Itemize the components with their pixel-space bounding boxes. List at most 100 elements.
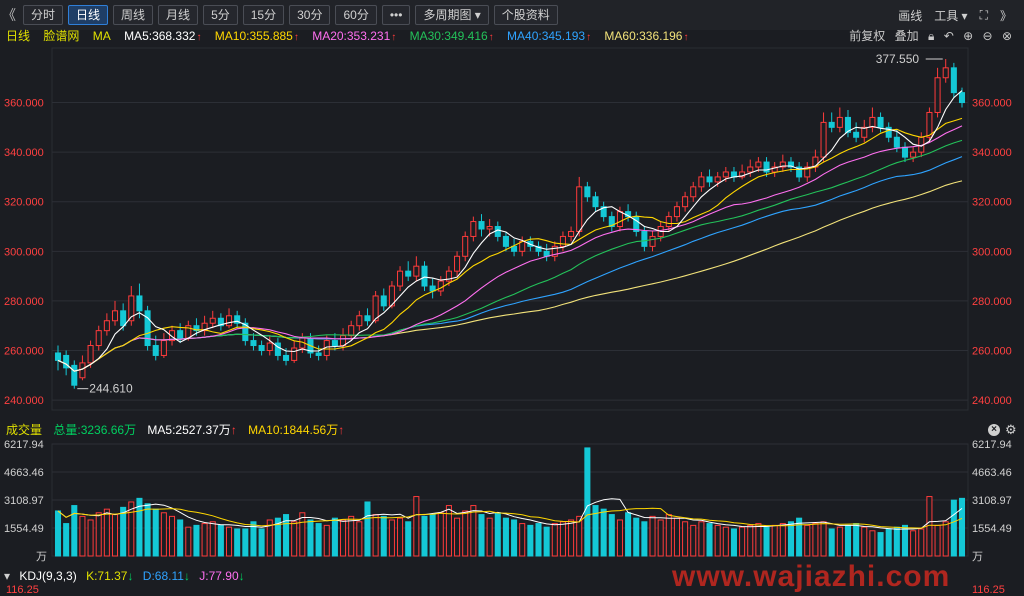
volume-bar — [779, 523, 786, 557]
adjust-button[interactable]: 前复权 — [849, 29, 885, 43]
candle-body — [901, 146, 909, 158]
volume-bar — [242, 528, 249, 557]
volume-bar — [755, 523, 762, 557]
scroll-left-icon[interactable]: 《 — [0, 5, 18, 25]
overlay-button[interactable]: 叠加 — [895, 29, 919, 43]
candle-body — [502, 235, 509, 247]
multi-period-dropdown[interactable]: 多周期图 ▾ — [415, 5, 489, 25]
tab-30min[interactable]: 30分 — [289, 5, 331, 25]
candle-body — [486, 226, 493, 230]
candle-body — [209, 317, 216, 324]
volume-bar — [494, 512, 501, 557]
volume-bar — [120, 506, 127, 557]
volume-total: 总量:3236.66万 — [53, 423, 137, 437]
volume-bar — [331, 517, 338, 557]
volume-bar — [901, 524, 909, 557]
price-chart[interactable]: 360.000 360.000 340.000 340.000 320.000 320.0… — [0, 44, 1024, 422]
stock-profile-button[interactable]: 个股资料 — [493, 5, 558, 25]
zoom-in-icon[interactable]: ⊕ — [963, 29, 973, 43]
gear-icon[interactable]: ⚙ — [1005, 422, 1017, 438]
ma-label[interactable]: MA — [93, 29, 111, 43]
candle-body — [470, 221, 477, 237]
volume-bar — [340, 519, 347, 557]
volume-bar — [364, 501, 371, 557]
candle-body — [177, 330, 184, 339]
volume-bar — [209, 521, 216, 557]
volume-bar — [584, 447, 591, 557]
fullscreen-icon[interactable]: ⛶ — [980, 8, 988, 23]
close-volume-icon[interactable]: × — [988, 424, 1000, 436]
ma20-value: MA20:353.231↑ — [312, 29, 397, 43]
tab-15min[interactable]: 15分 — [242, 5, 285, 25]
volume-bar — [682, 521, 689, 557]
volume-bar — [323, 524, 330, 557]
candle-body — [397, 270, 404, 287]
candle-body — [511, 245, 518, 252]
ma-indicator-bar: 日线 脸谱网 MA MA5:368.332↑ MA10:355.885↑ MA2… — [0, 29, 1024, 43]
volume-bar — [388, 519, 395, 557]
volume-bar — [103, 508, 110, 557]
tab-intraday[interactable]: 分时 — [23, 5, 64, 25]
undo-icon[interactable]: ↶ — [944, 29, 954, 43]
candle-body — [828, 121, 835, 128]
draw-line-button[interactable]: 画线 — [898, 7, 922, 24]
candle-body — [71, 364, 78, 386]
ma60-line — [57, 180, 963, 372]
candle-body — [348, 325, 355, 337]
volume-ma10: MA10:1844.56万 — [248, 423, 339, 437]
price-tick-left: 280.000 — [4, 296, 44, 308]
ma40-value: MA40:345.193↑ — [507, 29, 592, 43]
down-arrow-icon: ↓ — [127, 569, 134, 583]
volume-bar — [152, 508, 159, 557]
zoom-out-icon[interactable]: ⊖ — [983, 29, 993, 43]
volume-bar — [600, 508, 607, 557]
candle-body — [706, 176, 713, 183]
volume-bar — [478, 514, 485, 557]
candle-body — [54, 352, 62, 361]
down-arrow-icon: ↓ — [183, 569, 190, 583]
close-icon[interactable]: ⊗ — [1002, 29, 1012, 43]
volume-bar — [111, 514, 119, 557]
candle-body — [79, 362, 86, 379]
candle-body — [649, 235, 656, 247]
lock-icon[interactable]: 🔒︎ — [928, 29, 934, 43]
price-tick-left: 360.000 — [4, 98, 44, 110]
volume-bar — [877, 532, 884, 557]
kdj-axis-top-right: 116.25 — [972, 584, 1005, 596]
kdj-collapse-icon[interactable]: ▾ — [4, 569, 10, 583]
tab-daily[interactable]: 日线 — [68, 5, 109, 25]
candle-body — [136, 295, 143, 312]
up-arrow-icon: ↑ — [391, 32, 397, 43]
tab-monthly[interactable]: 月线 — [158, 5, 199, 25]
volume-bar — [454, 517, 461, 557]
candle-body — [682, 196, 689, 208]
tab-weekly[interactable]: 周线 — [113, 5, 154, 25]
volume-title: 成交量 — [6, 423, 43, 437]
tools-dropdown[interactable]: 工具 ▾ — [934, 7, 967, 24]
volume-bar — [160, 512, 167, 557]
scroll-right-icon[interactable]: 》 — [1000, 7, 1012, 24]
ma60-value: MA60:336.196↑ — [604, 29, 689, 43]
volume-bar — [739, 526, 746, 557]
more-periods-button[interactable]: ••• — [381, 5, 411, 25]
volume-bar — [397, 517, 404, 557]
kdj-title[interactable]: KDJ(9,3,3) — [19, 569, 76, 583]
volume-bar — [853, 523, 860, 557]
candle-body — [356, 315, 363, 327]
volume-bar — [934, 524, 941, 557]
candle-body — [226, 315, 233, 327]
volume-bar — [380, 515, 387, 557]
volume-indicator-bar: 成交量 总量:3236.66万 MA5:2527.37万↑ MA10:1844.… — [0, 422, 1024, 438]
tab-5min[interactable]: 5分 — [203, 5, 238, 25]
candle-body — [893, 136, 900, 148]
volume-bar — [356, 521, 363, 557]
candle-body — [250, 340, 257, 347]
period-toolbar: 《 分时 日线 周线 月线 5分 15分 30分 60分 ••• 多周期图 ▾ … — [0, 0, 1024, 30]
volume-chart[interactable]: 6217.94 6217.94 4663.46 4663.46 3108.97 3108.… — [0, 438, 1024, 568]
tab-60min[interactable]: 60分 — [335, 5, 377, 25]
candle-body — [584, 186, 591, 198]
volume-bar — [910, 530, 917, 557]
volume-bar — [226, 526, 233, 557]
candle-body — [747, 166, 754, 173]
volume-bar — [168, 515, 176, 557]
